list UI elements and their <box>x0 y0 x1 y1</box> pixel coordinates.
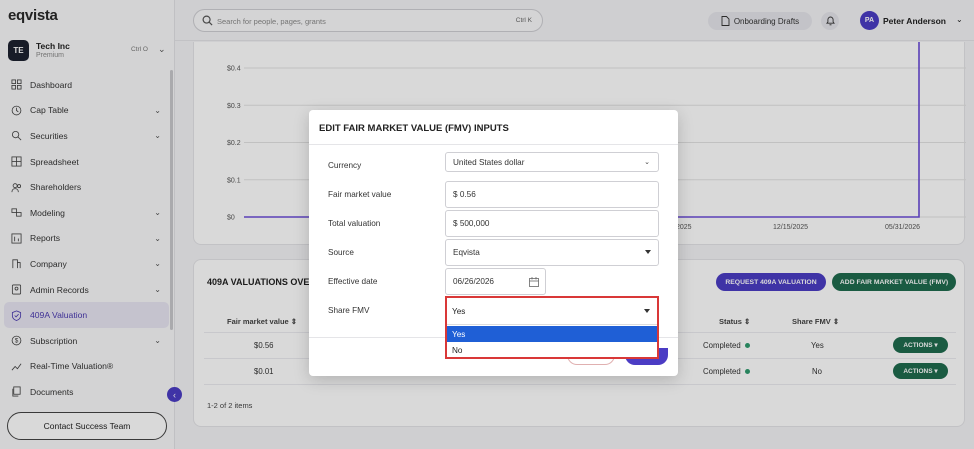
effective-date-label: Effective date <box>328 277 378 286</box>
total-valuation-input[interactable]: $ 500,000 <box>445 210 659 237</box>
share-fmv-value: Yes <box>452 306 466 316</box>
currency-value: United States dollar <box>453 157 525 167</box>
share-fmv-option-no[interactable]: No <box>447 342 657 358</box>
share-fmv-selected[interactable]: Yes <box>447 298 657 325</box>
share-fmv-option-yes[interactable]: Yes <box>447 326 657 342</box>
fmv-label: Fair market value <box>328 190 392 199</box>
modal-divider <box>309 144 678 145</box>
dropdown-arrow-icon <box>645 250 651 254</box>
edit-fmv-modal: EDIT FAIR MARKET VALUE (FMV) INPUTS Curr… <box>309 110 678 376</box>
share-fmv-select[interactable]: Yes Yes No <box>445 296 659 359</box>
fmv-input[interactable]: $ 0.56 <box>445 181 659 208</box>
calendar-icon[interactable] <box>529 277 539 287</box>
chevron-down-icon: ⌄ <box>644 159 650 166</box>
effective-date-value: 06/26/2026 <box>453 277 494 286</box>
total-valuation-label: Total valuation <box>328 219 381 228</box>
dropdown-arrow-icon <box>644 309 650 313</box>
source-select[interactable]: Eqvista <box>445 239 659 266</box>
source-label: Source <box>328 248 354 257</box>
currency-select[interactable]: United States dollar ⌄ <box>445 152 659 172</box>
currency-label: Currency <box>328 161 362 170</box>
effective-date-input[interactable]: 06/26/2026 <box>445 268 546 295</box>
modal-title: EDIT FAIR MARKET VALUE (FMV) INPUTS <box>319 123 509 134</box>
total-valuation-value: $ 500,000 <box>453 219 490 228</box>
source-value: Eqvista <box>453 248 480 257</box>
fmv-value: $ 0.56 <box>453 190 476 199</box>
share-fmv-label: Share FMV <box>328 306 370 315</box>
